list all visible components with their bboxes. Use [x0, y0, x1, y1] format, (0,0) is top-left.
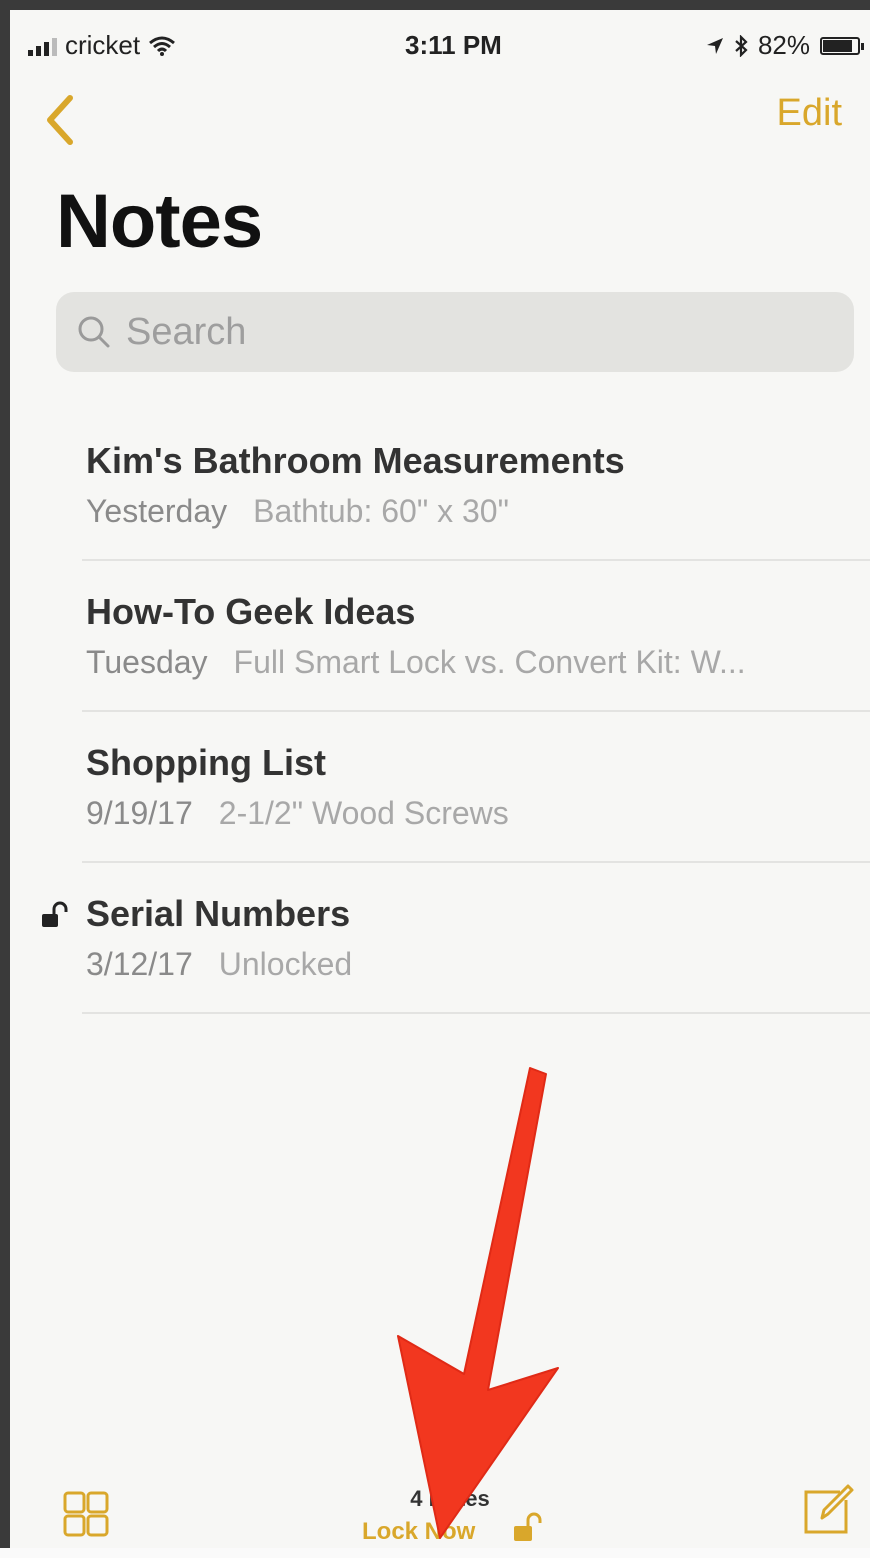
compose-icon[interactable] — [800, 1482, 856, 1538]
back-button[interactable] — [40, 92, 90, 152]
search-bar[interactable] — [56, 292, 854, 372]
note-subtitle: Tuesday Full Smart Lock vs. Convert Kit: … — [86, 644, 846, 681]
status-time: 3:11 PM — [405, 30, 502, 60]
note-date: Yesterday — [86, 493, 228, 529]
edit-button[interactable]: Edit — [777, 92, 842, 135]
battery-percent: 82% — [757, 30, 810, 60]
note-date: Tuesday — [86, 644, 208, 680]
note-date: 3/12/17 — [86, 946, 193, 982]
note-title: Kim's Bathroom Measurements — [86, 440, 625, 481]
battery-icon — [820, 36, 864, 55]
note-row[interactable]: Shopping List 9/19/17 2-1/2" Wood Screws — [10, 712, 870, 863]
search-input[interactable] — [124, 309, 828, 355]
search-icon — [78, 316, 110, 348]
note-row[interactable]: Serial Numbers 3/12/17 Unlocked — [10, 863, 870, 1014]
status-left: cricket — [28, 30, 176, 61]
note-title: Shopping List — [86, 742, 326, 783]
carrier-label: cricket — [65, 30, 141, 60]
page-title: Notes — [56, 179, 263, 264]
note-preview: Bathtub: 60" x 30" — [253, 493, 509, 529]
note-title: How-To Geek Ideas — [86, 591, 416, 632]
bottom-toolbar: 4 Notes Lock Now — [10, 1470, 870, 1558]
lock-now-button[interactable]: Lock Now — [362, 1518, 475, 1546]
divider — [82, 1012, 870, 1014]
note-title: Serial Numbers — [86, 893, 351, 934]
signal-icon — [28, 36, 57, 56]
gallery-view-icon[interactable] — [62, 1490, 110, 1538]
wifi-icon — [149, 36, 176, 56]
note-subtitle: Yesterday Bathtub: 60" x 30" — [86, 493, 846, 530]
note-row[interactable]: Kim's Bathroom Measurements Yesterday Bat… — [10, 410, 870, 561]
status-right: 82% — [706, 30, 864, 61]
phone-screen: cricket 3:11 PM 82% Edit Notes Search Ki… — [0, 0, 870, 1548]
location-icon — [706, 37, 723, 54]
chevron-left-icon — [47, 95, 73, 145]
notes-list: Kim's Bathroom Measurements Yesterday Bat… — [10, 410, 870, 1014]
note-row[interactable]: How-To Geek Ideas Tuesday Full Smart Lock… — [10, 561, 870, 712]
note-preview: 2-1/2" Wood Screws — [218, 795, 509, 831]
status-bar: cricket 3:11 PM 82% — [20, 24, 870, 64]
bluetooth-icon — [735, 34, 748, 57]
unlocked-padlock-icon — [42, 901, 68, 927]
notes-count: 4 Notes — [410, 1486, 490, 1511]
note-date: 9/19/17 — [86, 795, 193, 831]
note-subtitle: 9/19/17 2-1/2" Wood Screws — [86, 795, 846, 832]
note-preview: Full Smart Lock vs. Convert Kit: W... — [233, 644, 746, 680]
note-subtitle: 3/12/17 Unlocked — [86, 946, 846, 983]
note-preview: Unlocked — [218, 946, 353, 982]
unlocked-padlock-icon[interactable] — [510, 1510, 546, 1546]
